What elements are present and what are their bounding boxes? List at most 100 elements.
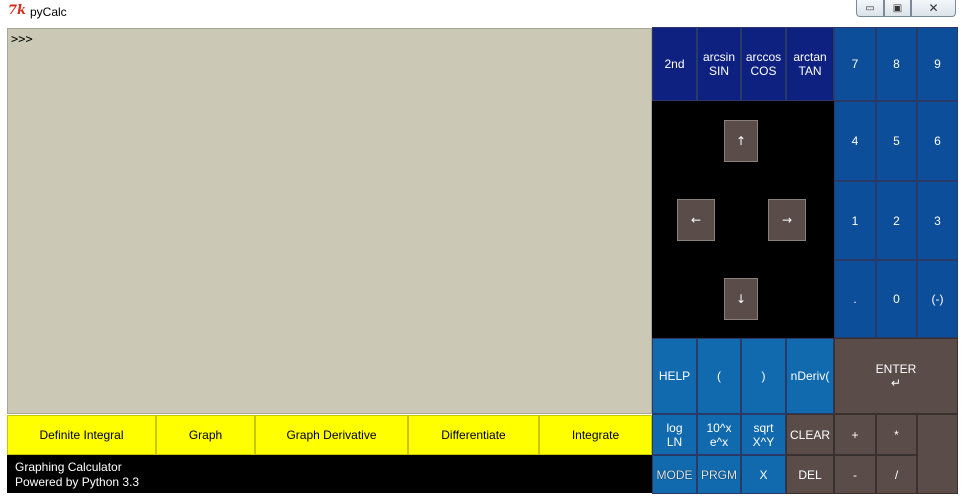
key-label: 8 (893, 57, 900, 71)
key-label: PRGM (701, 467, 737, 482)
key-left-paren[interactable]: ( (697, 338, 741, 414)
differentiate-button[interactable]: Differentiate (408, 415, 539, 455)
minimize-icon: ▭ (865, 2, 875, 14)
key-alt-label: arccos (745, 50, 782, 64)
key-label: 9 (934, 57, 941, 71)
key-1[interactable]: 1 (834, 181, 876, 260)
maximize-button[interactable]: ▣ (884, 0, 911, 17)
key-0[interactable]: 0 (876, 260, 917, 338)
status-footer: Graphing Calculator Powered by Python 3.… (7, 455, 652, 493)
close-icon: ✕ (928, 1, 939, 15)
key-multiply[interactable]: * (876, 414, 917, 455)
key-label: 7 (851, 57, 859, 71)
key-divide[interactable]: / (876, 455, 917, 494)
integrate-button[interactable]: Integrate (539, 415, 652, 455)
key-alt-label: X^Y (752, 434, 775, 449)
arrow-right-button[interactable]: → (768, 199, 806, 241)
key-label: 2nd (664, 57, 685, 71)
enter-icon: ↵ (890, 376, 902, 390)
key-alt-label: e^x (709, 434, 729, 449)
tk-logo-icon: 7k (8, 3, 27, 18)
key-2nd[interactable]: 2nd (652, 27, 697, 101)
graph-button[interactable]: Graph (156, 415, 255, 455)
key-mode[interactable]: MODE (652, 455, 697, 494)
key-label: DEL (798, 467, 822, 482)
key-label: log (666, 420, 683, 435)
key-label: SIN (708, 64, 729, 78)
key-label: ENTER (875, 362, 917, 376)
key-label: 10^x (706, 420, 732, 435)
key-label: * (894, 427, 899, 442)
key-ten-power[interactable]: 10^x e^x (697, 414, 741, 455)
keypad: 2nd arcsin SIN arccos COS arctan TAN 7 8 9 … (652, 27, 958, 494)
key-alt-label: arcsin (702, 50, 735, 64)
key-clear[interactable]: CLEAR (786, 414, 834, 455)
key-minus[interactable]: - (834, 455, 876, 494)
key-log[interactable]: log LN (652, 414, 697, 455)
key-right-paren[interactable]: ) (741, 338, 786, 414)
key-label: ( (717, 369, 721, 383)
graph-derivative-button[interactable]: Graph Derivative (255, 415, 408, 455)
definite-integral-button[interactable]: Definite Integral (7, 415, 156, 455)
key-label: 4 (851, 134, 859, 148)
console-prompt: >>> (11, 32, 33, 46)
footer-title: Graphing Calculator (15, 460, 122, 474)
key-alt-label: LN (666, 434, 683, 449)
key-label: TAN (798, 64, 822, 78)
key-label: ) (761, 369, 766, 383)
key-label: MODE (656, 467, 693, 482)
footer-powered-by: Powered by Python 3.3 (15, 475, 140, 489)
key-x[interactable]: X (741, 455, 786, 494)
key-label: / (894, 467, 899, 482)
key-label: X (759, 467, 768, 482)
key-sin[interactable]: arcsin SIN (697, 27, 741, 101)
key-prgm[interactable]: PRGM (697, 455, 741, 494)
console-output[interactable]: >>> (7, 28, 652, 414)
key-label: 3 (934, 213, 941, 228)
key-decimal[interactable]: . (834, 260, 876, 338)
key-label: 1 (851, 213, 859, 228)
close-button[interactable]: ✕ (911, 0, 956, 17)
key-sqrt[interactable]: sqrt X^Y (741, 414, 786, 455)
key-label: 0 (893, 292, 900, 306)
key-help[interactable]: HELP (652, 338, 697, 414)
key-label: 5 (893, 134, 900, 148)
key-4[interactable]: 4 (834, 101, 876, 181)
window-title: pyCalc (30, 5, 67, 19)
key-label: COS (750, 64, 777, 78)
key-cos[interactable]: arccos COS (741, 27, 786, 101)
key-2[interactable]: 2 (876, 181, 917, 260)
arrow-down-icon: ↓ (735, 292, 747, 306)
key-8[interactable]: 8 (876, 27, 917, 101)
key-3[interactable]: 3 (917, 181, 958, 260)
key-label: HELP (658, 369, 691, 383)
arrow-down-button[interactable]: ↓ (724, 278, 758, 320)
minimize-button[interactable]: ▭ (856, 0, 884, 17)
key-nderiv[interactable]: nDeriv( (786, 338, 834, 414)
key-9[interactable]: 9 (917, 27, 958, 101)
arrow-up-button[interactable]: ↑ (724, 120, 758, 162)
key-del[interactable]: DEL (786, 455, 834, 494)
key-alt-label: arctan (793, 50, 827, 64)
key-label: - (853, 467, 857, 482)
key-label: sqrt (753, 420, 774, 435)
key-tan[interactable]: arctan TAN (786, 27, 834, 101)
key-negate[interactable]: (-) (917, 260, 958, 338)
key-label: nDeriv( (790, 369, 830, 383)
key-6[interactable]: 6 (917, 101, 958, 181)
arrow-up-icon: ↑ (735, 134, 747, 148)
key-label: (-) (931, 292, 944, 306)
key-blank[interactable] (917, 414, 958, 494)
key-enter[interactable]: ENTER ↵ (834, 338, 958, 414)
arrow-left-icon: ← (690, 213, 702, 227)
key-5[interactable]: 5 (876, 101, 917, 181)
key-plus[interactable]: + (834, 414, 876, 455)
key-label: CLEAR (789, 427, 830, 442)
arrow-right-icon: → (781, 213, 793, 227)
pycalc-window: 7k pyCalc ▭ ▣ ✕ >>> Definite Integral Gr… (0, 0, 962, 496)
key-7[interactable]: 7 (834, 27, 876, 101)
key-label: + (851, 427, 859, 442)
arrow-left-button[interactable]: ← (677, 199, 715, 241)
maximize-icon: ▣ (892, 2, 903, 14)
key-label: . (853, 292, 857, 306)
